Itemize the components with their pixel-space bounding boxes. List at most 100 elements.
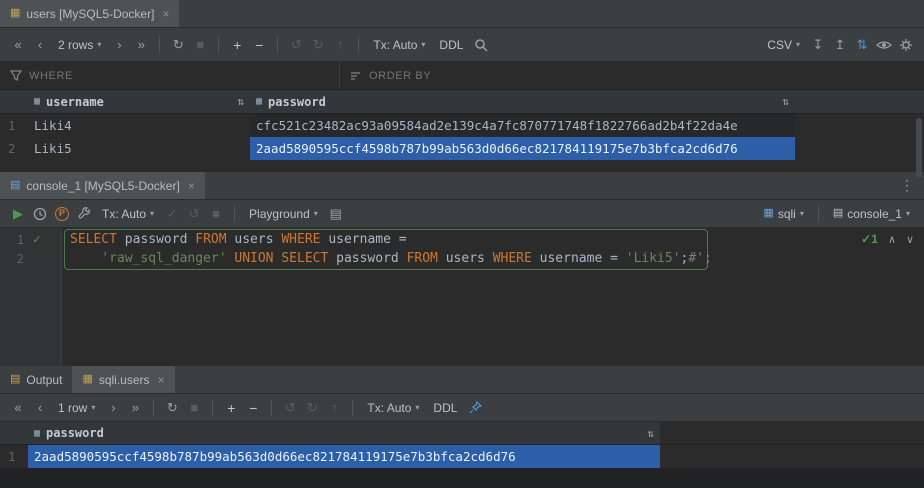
delete-row-button[interactable]: −	[249, 38, 269, 52]
order-by-filter-field[interactable]: ORDER BY	[340, 62, 441, 89]
tx-mode-dropdown[interactable]: Tx: Auto ▾	[361, 401, 425, 415]
table-row[interactable]: 1Liki4cfc521c23482ac93a09584ad2e139c4a7f…	[0, 114, 924, 137]
column-label: password	[46, 426, 104, 440]
column-header-password[interactable]: ▦ password ⇅	[28, 422, 660, 444]
datagrip-window: ▦ users [MySQL5-Docker] × « ‹ 2 rows ▾ ›…	[0, 0, 924, 488]
column-header-password[interactable]: ▦ password ⇅	[250, 90, 795, 113]
toolbar-separator	[352, 400, 353, 416]
row-count-label: 2 rows	[58, 38, 93, 52]
add-row-button[interactable]: +	[221, 401, 241, 415]
execution-result-widget: ✓1 ∧ ∨	[861, 232, 914, 246]
funnel-icon	[10, 70, 22, 82]
next-page-button[interactable]: ›	[109, 38, 129, 51]
console-switcher-dropdown[interactable]: ▤ console_1 ▾	[827, 207, 916, 221]
result-grid-toolbar: « ‹ 1 row ▾ › » ↻ ■ + − ↺ ↻ ↑ Tx: Auto ▾…	[0, 394, 924, 422]
toolbar-separator	[218, 37, 219, 53]
tx-mode-dropdown[interactable]: Tx: Auto ▾	[367, 38, 431, 52]
table-row[interactable]: 12aad5890595ccf4598b787b99ab563d0d66ec82…	[0, 445, 924, 468]
column-header-username[interactable]: ▦ username ⇅	[28, 90, 250, 113]
stop-icon: ■	[184, 401, 204, 414]
vertical-scrollbar[interactable]	[916, 118, 922, 178]
search-icon[interactable]	[471, 38, 491, 52]
output-icon: ▤	[10, 374, 20, 385]
column-icon: ▦	[34, 96, 40, 107]
last-page-button[interactable]: »	[125, 401, 145, 414]
tab-console[interactable]: ▤ console_1 [MySQL5-Docker] ×	[0, 172, 205, 199]
stop-icon: ■	[190, 38, 210, 51]
pin-icon[interactable]	[465, 401, 485, 414]
ddl-button[interactable]: DDL	[433, 38, 469, 52]
code-line[interactable]: SELECT password FROM users WHERE usernam…	[62, 230, 407, 249]
close-icon[interactable]: ×	[162, 7, 169, 21]
add-row-button[interactable]: +	[227, 38, 247, 52]
history-icon[interactable]	[30, 207, 50, 221]
page-size-dropdown[interactable]: 2 rows ▾	[52, 38, 107, 52]
compare-icon[interactable]: ⇅	[852, 38, 872, 51]
username-cell[interactable]: Liki4	[28, 114, 250, 137]
editor-line[interactable]: 2 'raw_sql_danger' UNION SELECT password…	[0, 249, 924, 268]
playground-dropdown[interactable]: Playground ▾	[243, 207, 324, 221]
where-label: WHERE	[29, 70, 73, 82]
editor-tab-bar: ▦ users [MySQL5-Docker] ×	[0, 0, 924, 28]
tab-result-sqli-users[interactable]: ▦ sqli.users ×	[72, 366, 174, 393]
commit-icon: ✓	[162, 207, 182, 220]
sort-icon[interactable]: ⇅	[782, 95, 789, 108]
parameters-icon[interactable]: P	[52, 207, 72, 221]
export-format-dropdown[interactable]: CSV ▾	[761, 38, 806, 52]
next-page-button[interactable]: ›	[103, 401, 123, 414]
sort-icon[interactable]: ⇅	[237, 95, 244, 108]
order-by-label: ORDER BY	[369, 70, 431, 82]
next-result-icon[interactable]: ∨	[906, 233, 914, 246]
password-cell[interactable]: cfc521c23482ac93a09584ad2e139c4a7fc87077…	[250, 114, 795, 137]
column-label: password	[268, 95, 326, 109]
eye-icon[interactable]	[874, 39, 894, 51]
password-cell[interactable]: 2aad5890595ccf4598b787b99ab563d0d66ec821…	[28, 445, 660, 468]
execute-button[interactable]: ▶	[8, 207, 28, 220]
close-icon[interactable]: ×	[158, 373, 165, 387]
code-line[interactable]: 'raw_sql_danger' UNION SELECT password F…	[62, 249, 712, 268]
password-cell[interactable]: 2aad5890595ccf4598b787b99ab563d0d66ec821…	[250, 137, 795, 160]
tab-users-grid[interactable]: ▦ users [MySQL5-Docker] ×	[0, 0, 179, 27]
editor-line[interactable]: 1✓SELECT password FROM users WHERE usern…	[0, 230, 924, 249]
wrench-icon[interactable]	[74, 207, 94, 221]
schema-switcher-dropdown[interactable]: ▦ sqli ▾	[757, 207, 809, 221]
code-segment: UNION SELECT	[234, 251, 328, 266]
success-count-badge: ✓1	[861, 232, 878, 246]
tab-output[interactable]: ▤ Output	[0, 366, 72, 393]
ddl-button[interactable]: DDL	[427, 401, 463, 415]
parameter-letter: P	[55, 207, 69, 221]
first-page-button[interactable]: «	[8, 401, 28, 414]
refresh-icon[interactable]: ↻	[162, 401, 182, 414]
username-cell[interactable]: Liki5	[28, 137, 250, 160]
revert-icon: ↺	[280, 401, 300, 414]
bottom-strip	[0, 468, 924, 488]
first-page-button[interactable]: «	[8, 38, 28, 51]
code-segment: password	[117, 232, 195, 247]
table-row[interactable]: 2Liki52aad5890595ccf4598b787b99ab563d0d6…	[0, 137, 924, 160]
tx-mode-dropdown[interactable]: Tx: Auto ▾	[96, 207, 160, 221]
sql-editor[interactable]: 1✓SELECT password FROM users WHERE usern…	[0, 228, 924, 366]
refresh-icon[interactable]: ↻	[168, 38, 188, 51]
where-filter-field[interactable]: WHERE	[0, 62, 340, 89]
delete-row-button[interactable]: −	[243, 401, 263, 415]
console-tab-bar: ▤ console_1 [MySQL5-Docker] × ⋮	[0, 172, 924, 200]
page-size-dropdown[interactable]: 1 row ▾	[52, 401, 101, 415]
last-page-button[interactable]: »	[131, 38, 151, 51]
grid-filter-bar: WHERE ORDER BY	[0, 62, 924, 90]
submit-changes-icon: ↑	[330, 38, 350, 51]
previous-page-button[interactable]: ‹	[30, 401, 50, 414]
previous-page-button[interactable]: ‹	[30, 38, 50, 51]
import-data-icon[interactable]: ↧	[808, 38, 828, 51]
code-segment: password	[328, 251, 406, 266]
view-options-icon[interactable]: ▤	[326, 207, 346, 220]
export-data-icon[interactable]: ↥	[830, 38, 850, 51]
sort-icon[interactable]: ⇅	[647, 427, 654, 440]
gear-icon[interactable]	[896, 38, 916, 52]
chevron-down-icon: ▾	[906, 209, 910, 218]
close-icon[interactable]: ×	[188, 179, 195, 193]
code-segment	[70, 251, 101, 266]
schema-icon: ▦	[763, 208, 773, 219]
chevron-down-icon: ▾	[97, 40, 101, 49]
previous-result-icon[interactable]: ∧	[888, 233, 896, 246]
chevron-down-icon: ▾	[800, 209, 804, 218]
